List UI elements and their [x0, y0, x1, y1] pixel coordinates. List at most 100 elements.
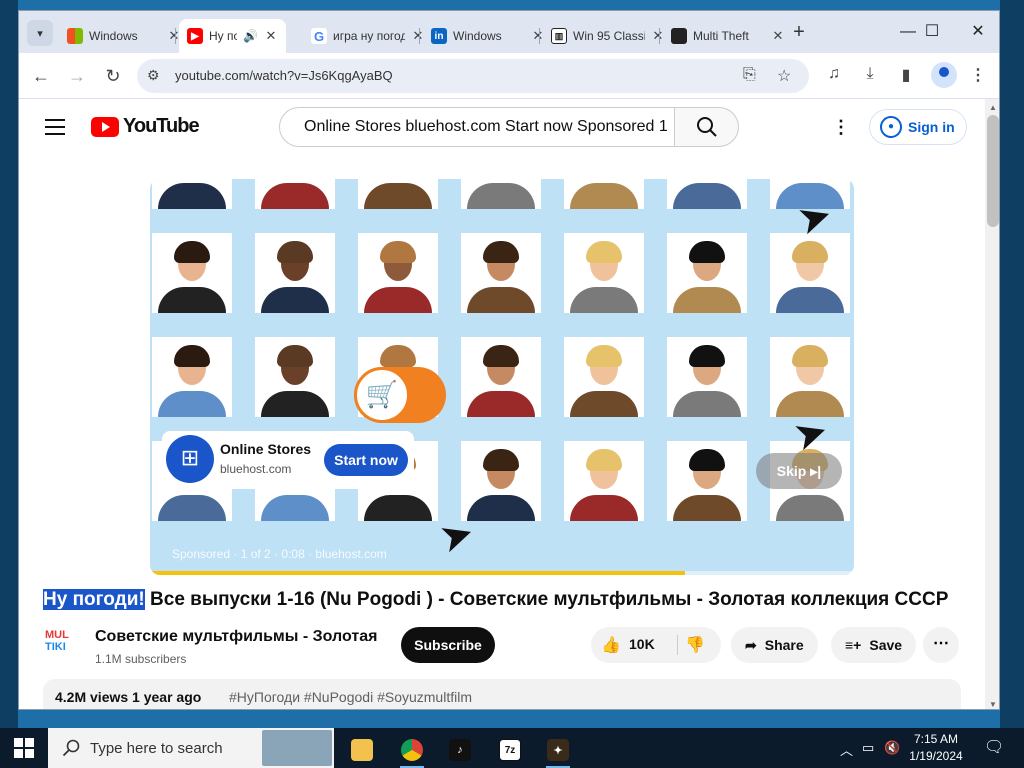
- youtube-play-icon: [91, 116, 119, 137]
- portrait-tile: [667, 233, 747, 313]
- portrait-tile: [564, 179, 644, 209]
- 7zip-button[interactable]: 7z: [490, 732, 530, 768]
- linkedin-logo-icon: in: [431, 28, 447, 44]
- hamburger-menu-icon[interactable]: [45, 119, 65, 135]
- tab-multi-theft[interactable]: Multi Theft ✕: [663, 19, 793, 53]
- portrait-tile: [564, 441, 644, 521]
- side-panel-icon[interactable]: ▮: [895, 65, 917, 85]
- chrome-icon: [401, 739, 423, 761]
- file-explorer-button[interactable]: [342, 732, 382, 768]
- back-button[interactable]: ←: [29, 64, 53, 88]
- skip-label: Skip: [776, 463, 807, 479]
- folder-icon: [351, 739, 373, 761]
- bookmark-star-icon[interactable]: ☆: [777, 66, 791, 86]
- address-bar[interactable]: ⚙ youtube.com/watch?v=Js6KqgAyaBQ ⎘ ☆: [137, 59, 809, 93]
- taskbar: Type here to search ♪ 7z ✦ ︿ ▭ 🔇 7:15 AM…: [0, 728, 1024, 768]
- site-info-icon[interactable]: ⚙: [147, 67, 160, 84]
- tab-linkedin[interactable]: in Windows ✕: [423, 19, 553, 53]
- install-app-icon[interactable]: ⎘: [743, 66, 756, 84]
- tab-windows[interactable]: Windows ✕: [59, 19, 189, 53]
- tiktok-button[interactable]: ♪: [440, 732, 480, 768]
- page-scrollbar[interactable]: ▲ ▼: [985, 99, 999, 709]
- portrait-tile: [667, 337, 747, 417]
- subscribe-button[interactable]: Subscribe: [401, 627, 495, 663]
- start-now-button[interactable]: Start now: [324, 444, 408, 476]
- tab-google[interactable]: G игра ну погоди ✕: [303, 19, 433, 53]
- reload-button[interactable]: ↻: [101, 64, 125, 88]
- downloads-icon[interactable]: ⤓: [859, 65, 881, 83]
- save-label: Save: [869, 637, 903, 653]
- ad-progress-bar[interactable]: [150, 571, 854, 575]
- portrait-tile: [461, 337, 541, 417]
- search-button[interactable]: [675, 107, 739, 147]
- chrome-button[interactable]: [392, 732, 432, 768]
- portrait-tile: [461, 179, 541, 209]
- speaker-icon[interactable]: 🔊: [243, 29, 258, 43]
- forward-button[interactable]: →: [65, 64, 89, 88]
- like-count[interactable]: 10K: [629, 636, 655, 652]
- system-clock[interactable]: 7:15 AM 1/19/2024: [904, 731, 968, 765]
- share-button[interactable]: ➦ Share: [731, 627, 818, 663]
- start-button[interactable]: [14, 738, 34, 758]
- game-app-icon: ✦: [547, 739, 569, 761]
- sponsored-label: Sponsored · 1 of 2 · 0:08 · bluehost.com: [172, 547, 387, 561]
- portrait-tile: [358, 233, 438, 313]
- new-tab-button[interactable]: +: [787, 21, 811, 45]
- add-to-playlist-icon: ≡+: [845, 637, 862, 653]
- maximize-button[interactable]: ☐: [909, 19, 955, 45]
- video-player[interactable]: 🛒 ➤ ➤ ➤ ⊞ Online Stores bluehost.com Sta…: [150, 179, 854, 575]
- channel-avatar[interactable]: MUL TIKI: [45, 629, 79, 663]
- portrait-tile: [255, 233, 335, 313]
- scroll-down-icon[interactable]: ▼: [989, 700, 997, 709]
- profile-avatar[interactable]: [931, 62, 957, 88]
- tab-title: Multi Theft: [693, 29, 749, 43]
- windows-logo-icon: [67, 28, 83, 44]
- game-app-button[interactable]: ✦: [538, 732, 578, 768]
- tab-search-button[interactable]: ▾: [27, 20, 53, 46]
- volume-muted-icon[interactable]: 🔇: [884, 740, 900, 756]
- description-box[interactable]: 4.2M views 1 year ago #НуПогоди #NuPogod…: [43, 679, 961, 709]
- taskbar-search-box[interactable]: Type here to search: [48, 728, 334, 768]
- share-label: Share: [764, 637, 804, 653]
- more-actions-button[interactable]: ⋯: [923, 627, 959, 663]
- desktop-area-right: [1000, 0, 1024, 728]
- show-hidden-icons-icon[interactable]: ︿: [840, 740, 853, 759]
- tab-bar: ▾ Windows ✕ ▶ Ну погоди 🔊 ✕ G игра ну по…: [19, 11, 999, 53]
- title-rest: Все выпуски 1-16 (Nu Pogodi ) - Советски…: [144, 589, 949, 610]
- close-tab-icon[interactable]: ✕: [264, 28, 278, 44]
- hashtags[interactable]: #НуПогоди #NuPogodi #Soyuzmultfilm: [229, 689, 472, 705]
- ad-domain: bluehost.com: [220, 462, 292, 476]
- portrait-tile: [564, 337, 644, 417]
- youtube-page: YouTube Online Stores bluehost.com Start…: [19, 99, 985, 709]
- sign-in-button[interactable]: ● Sign in: [869, 109, 967, 145]
- google-logo-icon: G: [311, 28, 327, 44]
- 7zip-icon: 7z: [499, 739, 521, 761]
- portrait-tile: [358, 179, 438, 209]
- notifications-icon[interactable]: 🗨: [984, 737, 1004, 757]
- tab-win95[interactable]: ▥ Win 95 Classic ✕: [543, 19, 673, 53]
- browser-menu-icon[interactable]: ⋮: [967, 65, 989, 85]
- media-controls-icon[interactable]: ♫: [823, 65, 845, 83]
- url-text[interactable]: youtube.com/watch?v=Js6KqgAyaBQ: [175, 68, 393, 83]
- portrait-tile: [255, 337, 335, 417]
- close-window-button[interactable]: ✕: [955, 19, 999, 45]
- scroll-up-icon[interactable]: ▲: [989, 103, 997, 112]
- portrait-tile: [667, 441, 747, 521]
- save-button[interactable]: ≡+ Save: [831, 627, 917, 663]
- network-icon[interactable]: ▭: [862, 740, 874, 756]
- skip-ad-button[interactable]: Skip ▸|: [756, 453, 842, 489]
- ad-card[interactable]: ⊞ Online Stores bluehost.com Start now: [162, 431, 414, 489]
- search-input[interactable]: Online Stores bluehost.com Start now Spo…: [279, 107, 675, 147]
- video-title: Ну погоди! Все выпуски 1-16 (Nu Pogodi )…: [43, 589, 948, 611]
- youtube-wordmark: YouTube: [123, 115, 200, 137]
- tab-youtube-active[interactable]: ▶ Ну погоди 🔊 ✕: [179, 19, 286, 53]
- sign-in-label: Sign in: [908, 119, 955, 135]
- thumbs-down-icon[interactable]: 👎: [685, 635, 705, 655]
- settings-menu-icon[interactable]: ⋮: [831, 117, 851, 137]
- youtube-logo[interactable]: YouTube: [91, 115, 200, 138]
- close-tab-icon[interactable]: ✕: [771, 28, 785, 44]
- scrollbar-thumb[interactable]: [987, 115, 999, 227]
- share-icon: ➦: [745, 636, 757, 653]
- channel-name[interactable]: Советские мультфильмы - Золотая ...: [95, 628, 383, 646]
- thumbs-up-icon[interactable]: 👍: [601, 635, 621, 655]
